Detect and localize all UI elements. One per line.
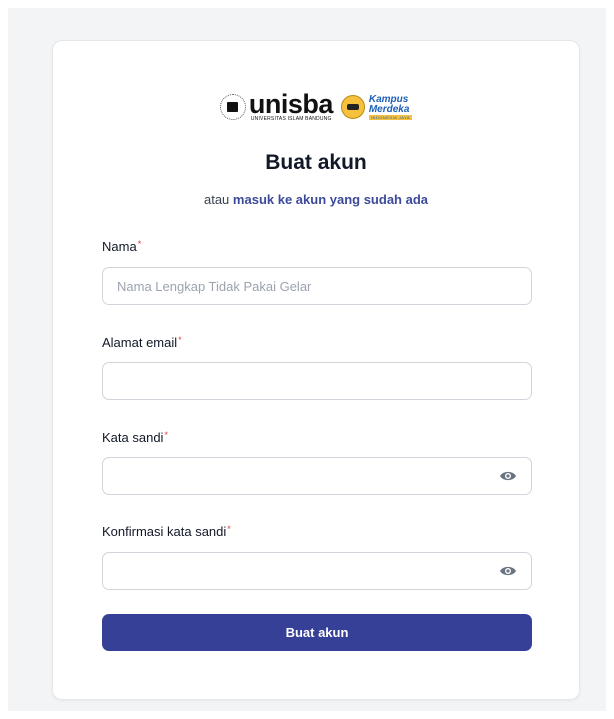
unisba-wordmark: unisba <box>248 89 334 119</box>
kampus-merdeka-badge-icon <box>340 95 365 119</box>
subtitle: atau masuk ke akun yang sudah ada <box>53 192 579 207</box>
required-mark: * <box>164 430 168 440</box>
register-card: unisba UNIVERSITAS ISLAM BANDUNG Kampus … <box>52 40 580 700</box>
create-account-button[interactable]: Buat akun <box>102 614 532 651</box>
password-input[interactable] <box>102 457 486 495</box>
km-line1: Kampus <box>368 93 409 105</box>
login-link[interactable]: masuk ke akun yang sudah ada <box>233 192 428 207</box>
confirm-password-visibility-toggle[interactable] <box>485 552 532 590</box>
confirm-password-label: Konfirmasi kata sandi* <box>102 524 231 539</box>
unisba-logo: unisba UNIVERSITAS ISLAM BANDUNG <box>219 89 334 122</box>
eye-icon <box>500 566 516 576</box>
password-label: Kata sandi* <box>102 430 168 445</box>
required-mark: * <box>178 335 182 345</box>
email-input[interactable] <box>102 362 532 400</box>
unisba-seal-icon <box>219 94 246 120</box>
confirm-password-input[interactable] <box>102 552 486 590</box>
password-visibility-toggle[interactable] <box>485 457 532 495</box>
required-mark: * <box>137 239 142 249</box>
email-label: Alamat email* <box>102 335 182 350</box>
name-label: Nama* <box>102 239 141 254</box>
email-label-text: Alamat email <box>102 335 178 350</box>
unisba-wordmark-sub: UNIVERSITAS ISLAM BANDUNG <box>250 116 332 122</box>
page-title: Buat akun <box>265 151 367 174</box>
confirm-password-label-text: Konfirmasi kata sandi <box>102 524 227 539</box>
eye-icon <box>500 471 516 481</box>
required-mark: * <box>227 524 231 534</box>
kampus-merdeka-logo: Kampus Merdeka INDONESIA JAYA <box>340 93 413 120</box>
subtitle-prefix: atau <box>203 192 230 207</box>
name-input[interactable] <box>102 267 532 305</box>
km-line2: Merdeka <box>368 103 410 115</box>
name-label-text: Nama <box>102 239 137 254</box>
km-line3: INDONESIA JAYA <box>368 114 413 120</box>
logo-row: unisba UNIVERSITAS ISLAM BANDUNG Kampus … <box>53 87 579 127</box>
password-label-text: Kata sandi <box>102 430 164 445</box>
